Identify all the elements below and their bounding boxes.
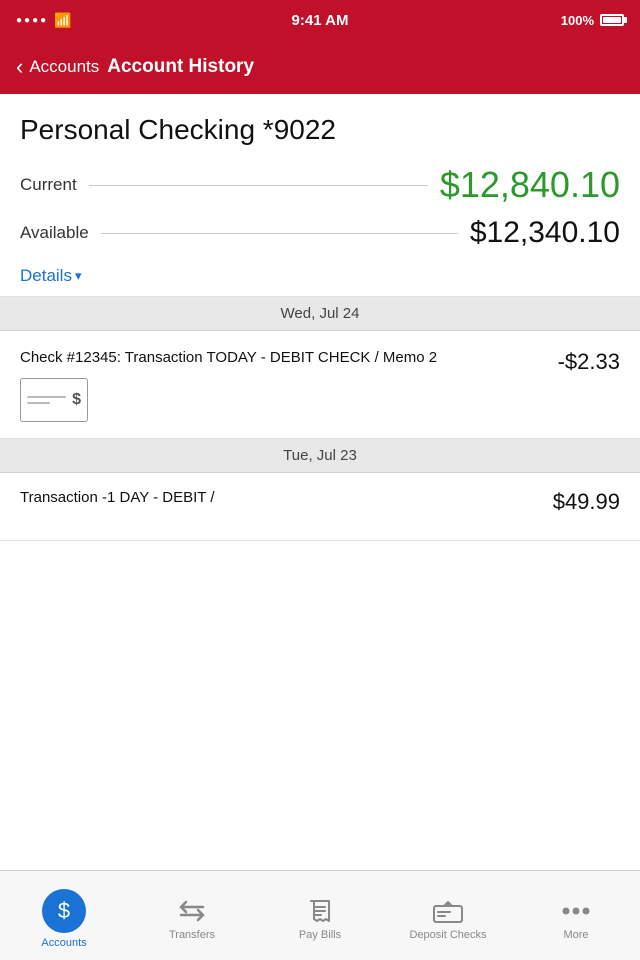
dollar-sign-icon: $	[72, 391, 87, 409]
tab-label-accounts: Accounts	[41, 937, 86, 949]
details-label: Details	[20, 266, 72, 286]
divider-line	[89, 185, 428, 186]
status-bar-right: 100%	[561, 13, 624, 28]
available-balance-row: Available $12,340.10	[20, 216, 620, 250]
tab-more[interactable]: More	[512, 891, 640, 941]
transaction-amount-partial: $49.99	[553, 489, 620, 515]
tab-accounts[interactable]: $ Accounts	[0, 883, 128, 949]
section-header-tue: Tue, Jul 23	[0, 439, 640, 473]
transaction-details: Check #12345: Transaction TODAY - DEBIT …	[20, 347, 558, 422]
accounts-icon: $	[42, 889, 86, 933]
details-button[interactable]: Details ▾	[20, 266, 82, 286]
battery-icon	[600, 14, 624, 26]
transaction-amount: -$2.33	[558, 349, 620, 375]
table-row[interactable]: Transaction -1 DAY - DEBIT / $49.99	[0, 473, 640, 541]
section-header-wed: Wed, Jul 24	[0, 297, 640, 331]
check-image-thumbnail[interactable]: $	[20, 378, 88, 422]
status-bar: ●●●● 📶 9:41 AM 100%	[0, 0, 640, 40]
section-date-2: Tue, Jul 23	[283, 447, 357, 464]
account-info-section: Personal Checking *9022 Current $12,840.…	[0, 94, 640, 297]
more-icon	[560, 897, 592, 925]
available-amount: $12,340.10	[470, 216, 620, 250]
available-label: Available	[20, 223, 89, 243]
chevron-left-icon: ‹	[16, 54, 23, 80]
deposit-checks-icon	[432, 897, 464, 925]
signal-icon: ●●●●	[16, 15, 48, 26]
tab-label-transfers: Transfers	[169, 929, 215, 941]
chevron-down-icon: ▾	[75, 268, 82, 284]
tab-label-deposit-checks: Deposit Checks	[409, 929, 486, 941]
check-line-2	[27, 402, 50, 404]
check-lines-icon	[21, 392, 72, 408]
transaction-description: Check #12345: Transaction TODAY - DEBIT …	[20, 347, 546, 368]
transfers-icon	[176, 897, 208, 925]
battery-percent: 100%	[561, 13, 594, 28]
tab-label-pay-bills: Pay Bills	[299, 929, 341, 941]
tab-pay-bills[interactable]: Pay Bills	[256, 891, 384, 941]
pay-bills-icon	[304, 897, 336, 925]
tab-transfers[interactable]: Transfers	[128, 891, 256, 941]
status-time: 9:41 AM	[292, 12, 349, 29]
tab-bar: $ Accounts Transfers Pay Bills	[0, 870, 640, 960]
divider-line-2	[101, 233, 458, 234]
section-date: Wed, Jul 24	[281, 305, 360, 322]
dollar-icon: $	[58, 898, 70, 924]
account-name: Personal Checking *9022	[20, 114, 620, 146]
page-title: Account History	[107, 56, 254, 78]
check-line-1	[27, 396, 66, 398]
current-label: Current	[20, 175, 77, 195]
back-button[interactable]: ‹ Accounts	[16, 54, 99, 80]
tab-label-more: More	[563, 929, 588, 941]
current-balance-row: Current $12,840.10	[20, 164, 620, 206]
current-amount: $12,840.10	[440, 164, 620, 206]
tab-deposit-checks[interactable]: Deposit Checks	[384, 891, 512, 941]
wifi-icon: 📶	[54, 12, 71, 29]
status-bar-left: ●●●● 📶	[16, 12, 72, 29]
back-label: Accounts	[29, 57, 99, 77]
table-row[interactable]: Check #12345: Transaction TODAY - DEBIT …	[0, 331, 640, 439]
transaction-description-partial: Transaction -1 DAY - DEBIT /	[20, 489, 215, 506]
nav-bar: ‹ Accounts Account History	[0, 40, 640, 94]
